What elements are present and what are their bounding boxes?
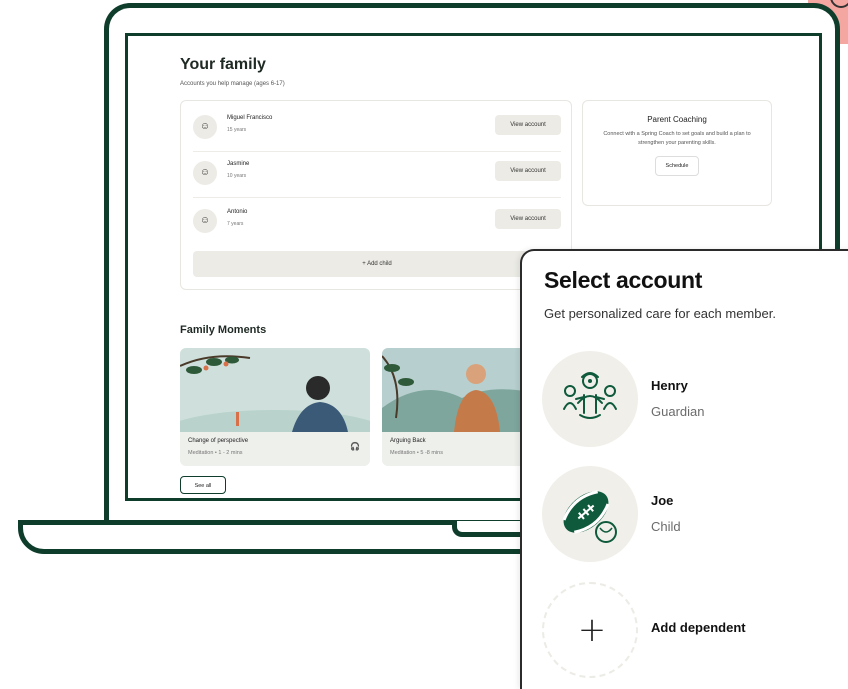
account-name: Henry <box>651 378 688 393</box>
child-name: Jasmine <box>227 161 250 167</box>
child-name: Antonio <box>227 209 248 215</box>
select-account-subtitle: Get personalized care for each member. <box>544 306 776 321</box>
moment-meta: Meditation • 1 - 2 mins <box>188 450 243 456</box>
parent-coaching-card: Parent Coaching Connect with a Spring Co… <box>582 100 772 206</box>
football-illustration-icon <box>542 466 638 562</box>
moment-card[interactable]: Change of perspective Meditation • 1 - 2… <box>180 348 370 466</box>
moment-name: Change of perspective <box>188 438 249 444</box>
account-role: Guardian <box>651 404 705 419</box>
child-avatar-icon: ☺ <box>193 209 217 233</box>
view-account-button[interactable]: View account <box>495 115 561 135</box>
see-all-button[interactable]: See all <box>180 476 226 494</box>
child-age: 7 years <box>227 221 244 227</box>
child-name: Miguel Francisco <box>227 115 273 121</box>
add-dependent-button[interactable]: + Add dependent <box>542 582 848 678</box>
coaching-body: Connect with a Spring Coach to set goals… <box>603 131 751 146</box>
child-age: 15 years <box>227 127 247 133</box>
account-name: Joe <box>651 493 674 508</box>
divider <box>193 197 561 198</box>
child-row: ☺ Antonio 7 years View account <box>193 203 561 243</box>
child-avatar-icon: ☺ <box>193 115 217 139</box>
divider <box>193 151 561 152</box>
account-option-henry[interactable]: Henry Guardian <box>542 351 848 447</box>
add-child-button[interactable]: + Add child <box>193 251 561 277</box>
child-avatar-icon: ☺ <box>193 161 217 185</box>
moment-meta: Meditation • 5 -8 mins <box>390 450 443 456</box>
select-account-panel: Select account Get personalized care for… <box>520 249 848 689</box>
select-account-title: Select account <box>544 267 703 293</box>
family-title: Your family <box>180 56 266 73</box>
family-moments-title: Family Moments <box>180 324 267 336</box>
family-subtitle: Accounts you help manage (ages 6-17) <box>180 81 285 87</box>
child-row: ☺ Miguel Francisco 15 years View account <box>193 109 561 149</box>
moment-name: Arguing Back <box>390 438 426 444</box>
account-option-joe[interactable]: Joe Child <box>542 466 848 562</box>
schedule-button[interactable]: Schedule <box>654 156 700 176</box>
child-row: ☺ Jasmine 10 years View account <box>193 155 561 195</box>
family-illustration-icon <box>542 351 638 447</box>
children-card: ☺ Miguel Francisco 15 years View account… <box>180 100 572 290</box>
add-dependent-label: Add dependent <box>651 620 746 635</box>
account-role: Child <box>651 519 681 534</box>
view-account-button[interactable]: View account <box>495 209 561 229</box>
plus-icon: + <box>577 610 607 650</box>
coaching-title: Parent Coaching <box>647 115 707 124</box>
headphones-icon: 🎧 <box>350 442 360 451</box>
child-age: 10 years <box>227 173 247 179</box>
add-dependent-circle: + <box>542 582 638 678</box>
view-account-button[interactable]: View account <box>495 161 561 181</box>
meditation-illustration-icon <box>180 348 370 432</box>
